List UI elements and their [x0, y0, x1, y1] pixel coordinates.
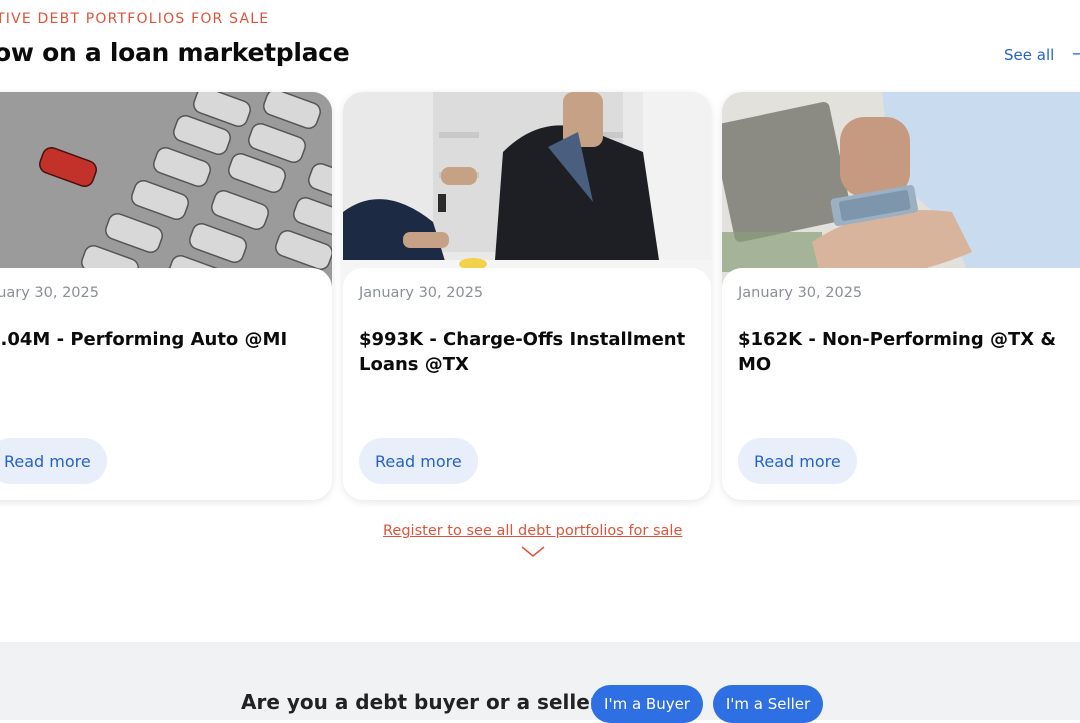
read-more-button[interactable]: Read more: [738, 438, 857, 484]
cta-question: Are you a debt buyer or a seller?: [241, 690, 612, 714]
chevron-down-icon[interactable]: [521, 546, 545, 558]
read-more-button[interactable]: Read more: [0, 438, 107, 484]
key-handover-photo: [343, 92, 711, 287]
card-date: January 30, 2025: [738, 285, 863, 301]
card-title[interactable]: $162K - Non-Performing @TX & MO: [738, 327, 1070, 377]
seller-button[interactable]: I'm a Seller: [713, 685, 823, 723]
cash-handover-photo: [722, 92, 1080, 287]
section-eyebrow: TIVE DEBT PORTFOLIOS FOR SALE: [0, 11, 270, 27]
card-date: January 30, 2025: [359, 285, 484, 301]
portfolio-card[interactable]: nuary 30, 2025 5.04M - Performing Auto @…: [0, 92, 332, 500]
see-all-link[interactable]: See all: [1004, 46, 1054, 64]
read-more-button[interactable]: Read more: [359, 438, 478, 484]
arrow-right-icon[interactable]: →: [1072, 44, 1080, 63]
portfolio-card[interactable]: January 30, 2025 $993K - Charge-Offs Ins…: [343, 92, 711, 500]
card-date: nuary 30, 2025: [0, 285, 99, 301]
card-title[interactable]: 5.04M - Performing Auto @MI: [0, 327, 320, 352]
buyer-button[interactable]: I'm a Buyer: [591, 685, 703, 723]
portfolio-card[interactable]: January 30, 2025 $162K - Non-Performing …: [722, 92, 1080, 500]
register-link[interactable]: Register to see all debt portfolios for …: [383, 523, 682, 539]
card-title[interactable]: $993K - Charge-Offs Installment Loans @T…: [359, 327, 691, 377]
section-heading: ow on a loan marketplace: [0, 38, 350, 67]
parked-cars-photo: [0, 92, 332, 287]
